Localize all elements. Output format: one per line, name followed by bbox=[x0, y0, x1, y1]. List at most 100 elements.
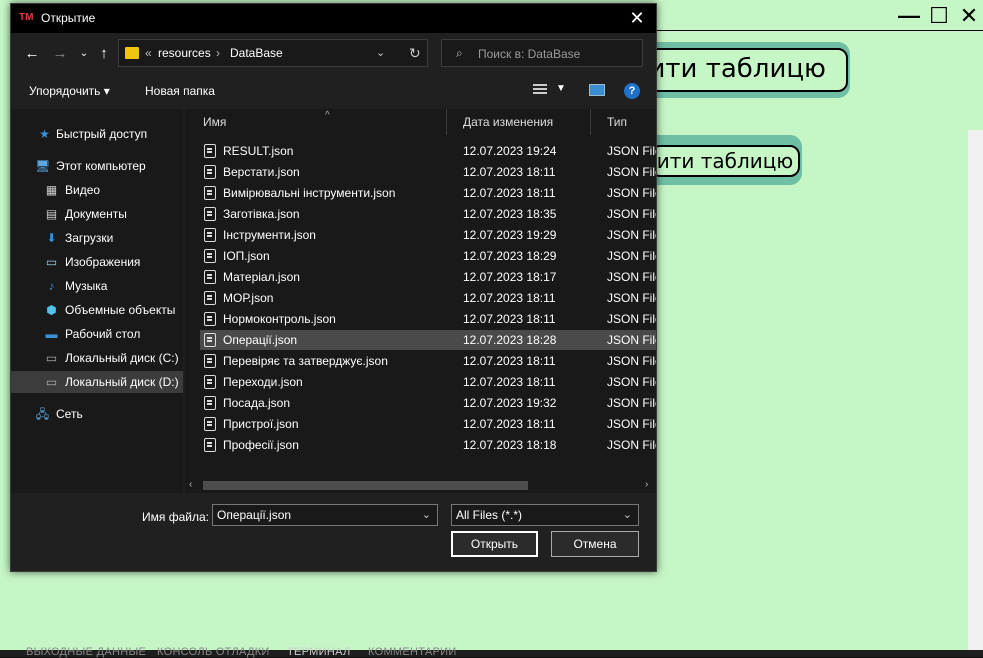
panel-tab-output[interactable]: ВЫХОДНЫЕ ДАННЫЕ bbox=[26, 646, 146, 658]
file-row[interactable]: RESULT.json 12.07.2023 19:24 JSON File bbox=[200, 141, 656, 161]
3d-objects-icon: ⬢ bbox=[46, 303, 57, 317]
sidebar-item-desktop[interactable]: ▬ Рабочий стол bbox=[11, 323, 183, 345]
breadcrumb-overflow[interactable]: « bbox=[145, 46, 152, 60]
column-header-date[interactable]: Дата изменения bbox=[447, 109, 591, 135]
file-row[interactable]: ІОП.json 12.07.2023 18:29 JSON File bbox=[200, 246, 656, 266]
file-icon bbox=[204, 144, 216, 158]
sidebar-item-this-pc[interactable]: 🖥 Этот компьютер bbox=[11, 155, 183, 177]
sidebar-item-drive-c[interactable]: ▭ Локальный диск (C:) bbox=[11, 347, 183, 369]
filename-history-chevron-icon[interactable]: ⌄ bbox=[422, 508, 431, 521]
file-row[interactable]: Інструменти.json 12.07.2023 19:29 JSON F… bbox=[200, 225, 656, 245]
refresh-icon[interactable]: ↻ bbox=[409, 45, 421, 62]
file-row[interactable]: Пристрої.json 12.07.2023 18:11 JSON File bbox=[200, 414, 656, 434]
file-row[interactable]: Верстати.json 12.07.2023 18:11 JSON File bbox=[200, 162, 656, 182]
dialog-toolbar: Упорядочить ▾ Новая папка ▼ ? bbox=[11, 79, 656, 105]
sidebar-item-documents[interactable]: ▤ Документы bbox=[11, 203, 183, 225]
sidebar-item-video[interactable]: ▦ Видео bbox=[11, 179, 183, 201]
file-date: 12.07.2023 18:17 bbox=[463, 270, 557, 284]
sidebar-item-drive-d[interactable]: ▭ Локальный диск (D:) bbox=[11, 371, 183, 393]
open-button[interactable]: Открыть bbox=[451, 531, 538, 557]
help-icon[interactable]: ? bbox=[624, 83, 640, 99]
file-type: JSON File bbox=[607, 186, 656, 200]
sidebar-item-label: Загрузки bbox=[65, 231, 114, 245]
cancel-button[interactable]: Отмена bbox=[551, 531, 639, 557]
file-row[interactable]: Професії.json 12.07.2023 18:18 JSON File bbox=[200, 435, 656, 455]
scroll-left-arrow-icon[interactable]: ‹ bbox=[189, 479, 192, 490]
file-type: JSON File bbox=[607, 207, 656, 221]
file-row[interactable]: Вимірювальні інструменти.json 12.07.2023… bbox=[200, 183, 656, 203]
background-create-table-button-big[interactable]: рити таблицю bbox=[648, 48, 848, 92]
back-arrow-icon[interactable]: ← bbox=[23, 45, 41, 63]
file-name: Інструменти.json bbox=[223, 228, 316, 242]
file-date: 12.07.2023 18:11 bbox=[463, 291, 556, 305]
background-create-table-button-small[interactable]: рити таблицю bbox=[650, 145, 800, 177]
dialog-close-icon[interactable]: ✕ bbox=[626, 7, 648, 29]
sidebar-item-network[interactable]: 🖧 Сеть bbox=[11, 403, 183, 425]
file-name: Матеріал.json bbox=[223, 270, 300, 284]
file-type: JSON File bbox=[607, 165, 656, 179]
filename-field[interactable]: Операції.json ⌄ bbox=[212, 504, 438, 526]
column-header-name[interactable]: ^ Имя bbox=[185, 109, 447, 135]
sidebar-item-label: Локальный диск (C:) bbox=[65, 351, 179, 365]
panel-tab-debug-console[interactable]: КОНСОЛЬ ОТЛАДКИ bbox=[157, 646, 270, 658]
search-icon: ⌕ bbox=[456, 46, 463, 60]
maximize-icon[interactable]: ☐ bbox=[925, 3, 953, 29]
panel-tab-terminal[interactable]: ТЕРМИНАЛ bbox=[287, 646, 350, 658]
file-name: Нормоконтроль.json bbox=[223, 312, 336, 326]
up-arrow-icon[interactable]: ↑ bbox=[95, 45, 113, 63]
scroll-right-arrow-icon[interactable]: › bbox=[645, 479, 648, 490]
file-name: Професії.json bbox=[223, 438, 299, 452]
sidebar-item-downloads[interactable]: ⬇ Загрузки bbox=[11, 227, 183, 249]
sidebar-item-label: Локальный диск (D:) bbox=[65, 375, 179, 389]
search-input[interactable] bbox=[476, 44, 640, 64]
search-box[interactable]: ⌕ bbox=[441, 39, 643, 67]
file-name: Посада.json bbox=[223, 396, 290, 410]
column-header-type[interactable]: Тип bbox=[591, 109, 656, 135]
sidebar-item-pictures[interactable]: ▭ Изображения bbox=[11, 251, 183, 273]
navigation-bar: ← → ⌄ ↑ « resources › DataBase ⌄ ↻ ⌕ bbox=[11, 37, 656, 71]
file-name: Пристрої.json bbox=[223, 417, 299, 431]
file-row[interactable]: Нормоконтроль.json 12.07.2023 18:11 JSON… bbox=[200, 309, 656, 329]
file-row-selected[interactable]: Операції.json 12.07.2023 18:28 JSON File bbox=[200, 330, 656, 350]
recent-locations-chevron-icon[interactable]: ⌄ bbox=[75, 45, 93, 63]
column-header-name-label: Имя bbox=[203, 115, 227, 129]
sidebar-item-label: Сеть bbox=[56, 407, 83, 421]
organize-button[interactable]: Упорядочить ▾ bbox=[29, 84, 110, 98]
panel-tab-comments[interactable]: КОММЕНТАРИИ bbox=[368, 646, 457, 658]
drive-d-icon: ▭ bbox=[45, 375, 58, 389]
file-date: 12.07.2023 18:11 bbox=[463, 312, 556, 326]
file-row[interactable]: Матеріал.json 12.07.2023 18:17 JSON File bbox=[200, 267, 656, 287]
view-options-chevron-icon[interactable]: ▼ bbox=[556, 83, 566, 94]
file-row[interactable]: Переходи.json 12.07.2023 18:11 JSON File bbox=[200, 372, 656, 392]
minimize-icon[interactable]: — bbox=[895, 3, 923, 29]
file-row[interactable]: МОР.json 12.07.2023 18:11 JSON File bbox=[200, 288, 656, 308]
star-icon: ★ bbox=[39, 127, 50, 141]
address-bar[interactable]: « resources › DataBase ⌄ ↻ bbox=[118, 39, 428, 67]
file-type: JSON File bbox=[607, 291, 656, 305]
new-folder-button[interactable]: Новая папка bbox=[145, 84, 215, 98]
horizontal-scrollbar[interactable]: ‹ › bbox=[185, 478, 656, 493]
file-name: Операції.json bbox=[223, 333, 298, 347]
sidebar-item-3d-objects[interactable]: ⬢ Объемные объекты bbox=[11, 299, 183, 321]
address-dropdown-chevron-icon[interactable]: ⌄ bbox=[376, 46, 385, 59]
background-scrollbar[interactable] bbox=[968, 130, 983, 650]
file-name: Заготівка.json bbox=[223, 207, 300, 221]
scrollbar-thumb[interactable] bbox=[203, 481, 528, 490]
file-row[interactable]: Заготівка.json 12.07.2023 18:35 JSON Fil… bbox=[200, 204, 656, 224]
open-file-dialog: TM Открытие ✕ ← → ⌄ ↑ « resources › Data… bbox=[10, 3, 657, 572]
file-row[interactable]: Перевіряє та затверджує.json 12.07.2023 … bbox=[200, 351, 656, 371]
file-type-select[interactable]: All Files (*.*) ⌄ bbox=[451, 504, 639, 526]
file-type: JSON File bbox=[607, 270, 656, 284]
breadcrumb-resources[interactable]: resources bbox=[158, 46, 211, 60]
view-details-icon[interactable] bbox=[533, 84, 547, 96]
close-icon[interactable]: ✕ bbox=[955, 3, 983, 29]
sidebar-item-quick-access[interactable]: ★ Быстрый доступ bbox=[11, 123, 183, 145]
preview-pane-icon[interactable] bbox=[589, 84, 605, 96]
filename-label: Имя файла: bbox=[142, 510, 209, 524]
forward-arrow-icon[interactable]: → bbox=[51, 45, 69, 63]
filename-value: Операції.json bbox=[217, 508, 292, 522]
file-icon bbox=[204, 375, 216, 389]
breadcrumb-database[interactable]: DataBase bbox=[230, 46, 283, 60]
sidebar-item-music[interactable]: ♪ Музыка bbox=[11, 275, 183, 297]
file-row[interactable]: Посада.json 12.07.2023 19:32 JSON File bbox=[200, 393, 656, 413]
